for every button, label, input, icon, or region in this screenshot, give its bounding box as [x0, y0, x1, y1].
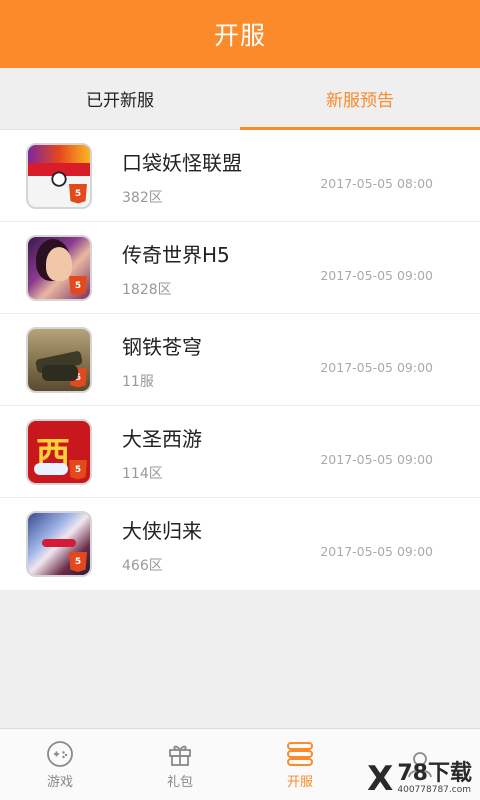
open-time: 2017-05-05 09:00 [320, 360, 433, 375]
game-name: 钢铁苍穹 [122, 334, 202, 359]
nav-gifts[interactable]: 礼包 [120, 729, 240, 800]
list-item[interactable]: 5 传奇世界H5 1828区 2017-05-05 09:00 [0, 222, 480, 314]
server-number: 466区 [122, 558, 163, 574]
page-title: 开服 [213, 21, 266, 50]
nav-games[interactable]: 游戏 [0, 729, 120, 800]
nav-label: 礼包 [166, 775, 193, 790]
game-icon-steel-sky: 5 [26, 326, 92, 393]
server-number: 11服 [122, 373, 154, 390]
game-name: 大圣西游 [122, 426, 202, 451]
nav-label: 游戏 [46, 775, 73, 790]
watermark-x-icon: X [367, 759, 394, 799]
open-time: 2017-05-05 09:00 [320, 268, 433, 283]
server-list-icon [285, 739, 315, 769]
server-number: 1828区 [122, 281, 172, 298]
tab-bar: 已开新服 新服预告 [0, 68, 480, 130]
list-item[interactable]: 5 大侠归来 466区 2017-05-05 09:00 [0, 498, 480, 590]
open-time: 2017-05-05 09:00 [320, 544, 433, 559]
tab-opened-servers[interactable]: 已开新服 [0, 68, 240, 129]
game-name: 大侠归来 [122, 519, 202, 543]
logo-glyph: 西 [36, 434, 70, 475]
game-name: 口袋妖怪联盟 [122, 150, 242, 175]
nav-servers[interactable]: 开服 [240, 729, 360, 800]
list-item[interactable]: 西 5 大圣西游 114区 2017-05-05 09:00 [0, 406, 480, 498]
list-item[interactable]: 5 口袋妖怪联盟 382区 2017-05-05 08:00 [0, 130, 480, 222]
html5-badge-icon: 5 [69, 183, 87, 204]
tab-upcoming-servers[interactable]: 新服预告 [240, 68, 480, 130]
html5-badge-icon: 5 [69, 275, 87, 296]
open-time: 2017-05-05 09:00 [320, 452, 433, 467]
server-number: 114区 [122, 465, 163, 482]
gamepad-icon [45, 739, 75, 769]
app-header: 开服 [0, 0, 480, 68]
watermark-url: 400778787.com [397, 784, 471, 795]
html5-badge-icon: 5 [69, 552, 87, 572]
watermark-logo: X 78下载 400778787.com [367, 762, 472, 796]
game-icon-legend-world: 5 [26, 234, 92, 301]
game-icon-hero-returns: 5 [26, 511, 92, 577]
game-name: 传奇世界H5 [122, 242, 230, 267]
list-item[interactable]: 5 钢铁苍穹 11服 2017-05-05 09:00 [0, 314, 480, 406]
gift-icon [165, 739, 195, 769]
html5-badge-icon: 5 [69, 367, 87, 388]
watermark-brand: 78下载 [397, 760, 472, 786]
server-number: 382区 [122, 189, 163, 206]
server-list: 5 口袋妖怪联盟 382区 2017-05-05 08:00 5 传奇世界H5 … [0, 130, 480, 590]
game-icon-pokemon: 5 [26, 142, 92, 209]
html5-badge-icon: 5 [69, 459, 87, 480]
game-icon-journey-west: 西 5 [26, 418, 92, 485]
open-time: 2017-05-05 08:00 [320, 176, 433, 191]
nav-label: 开服 [286, 775, 313, 790]
